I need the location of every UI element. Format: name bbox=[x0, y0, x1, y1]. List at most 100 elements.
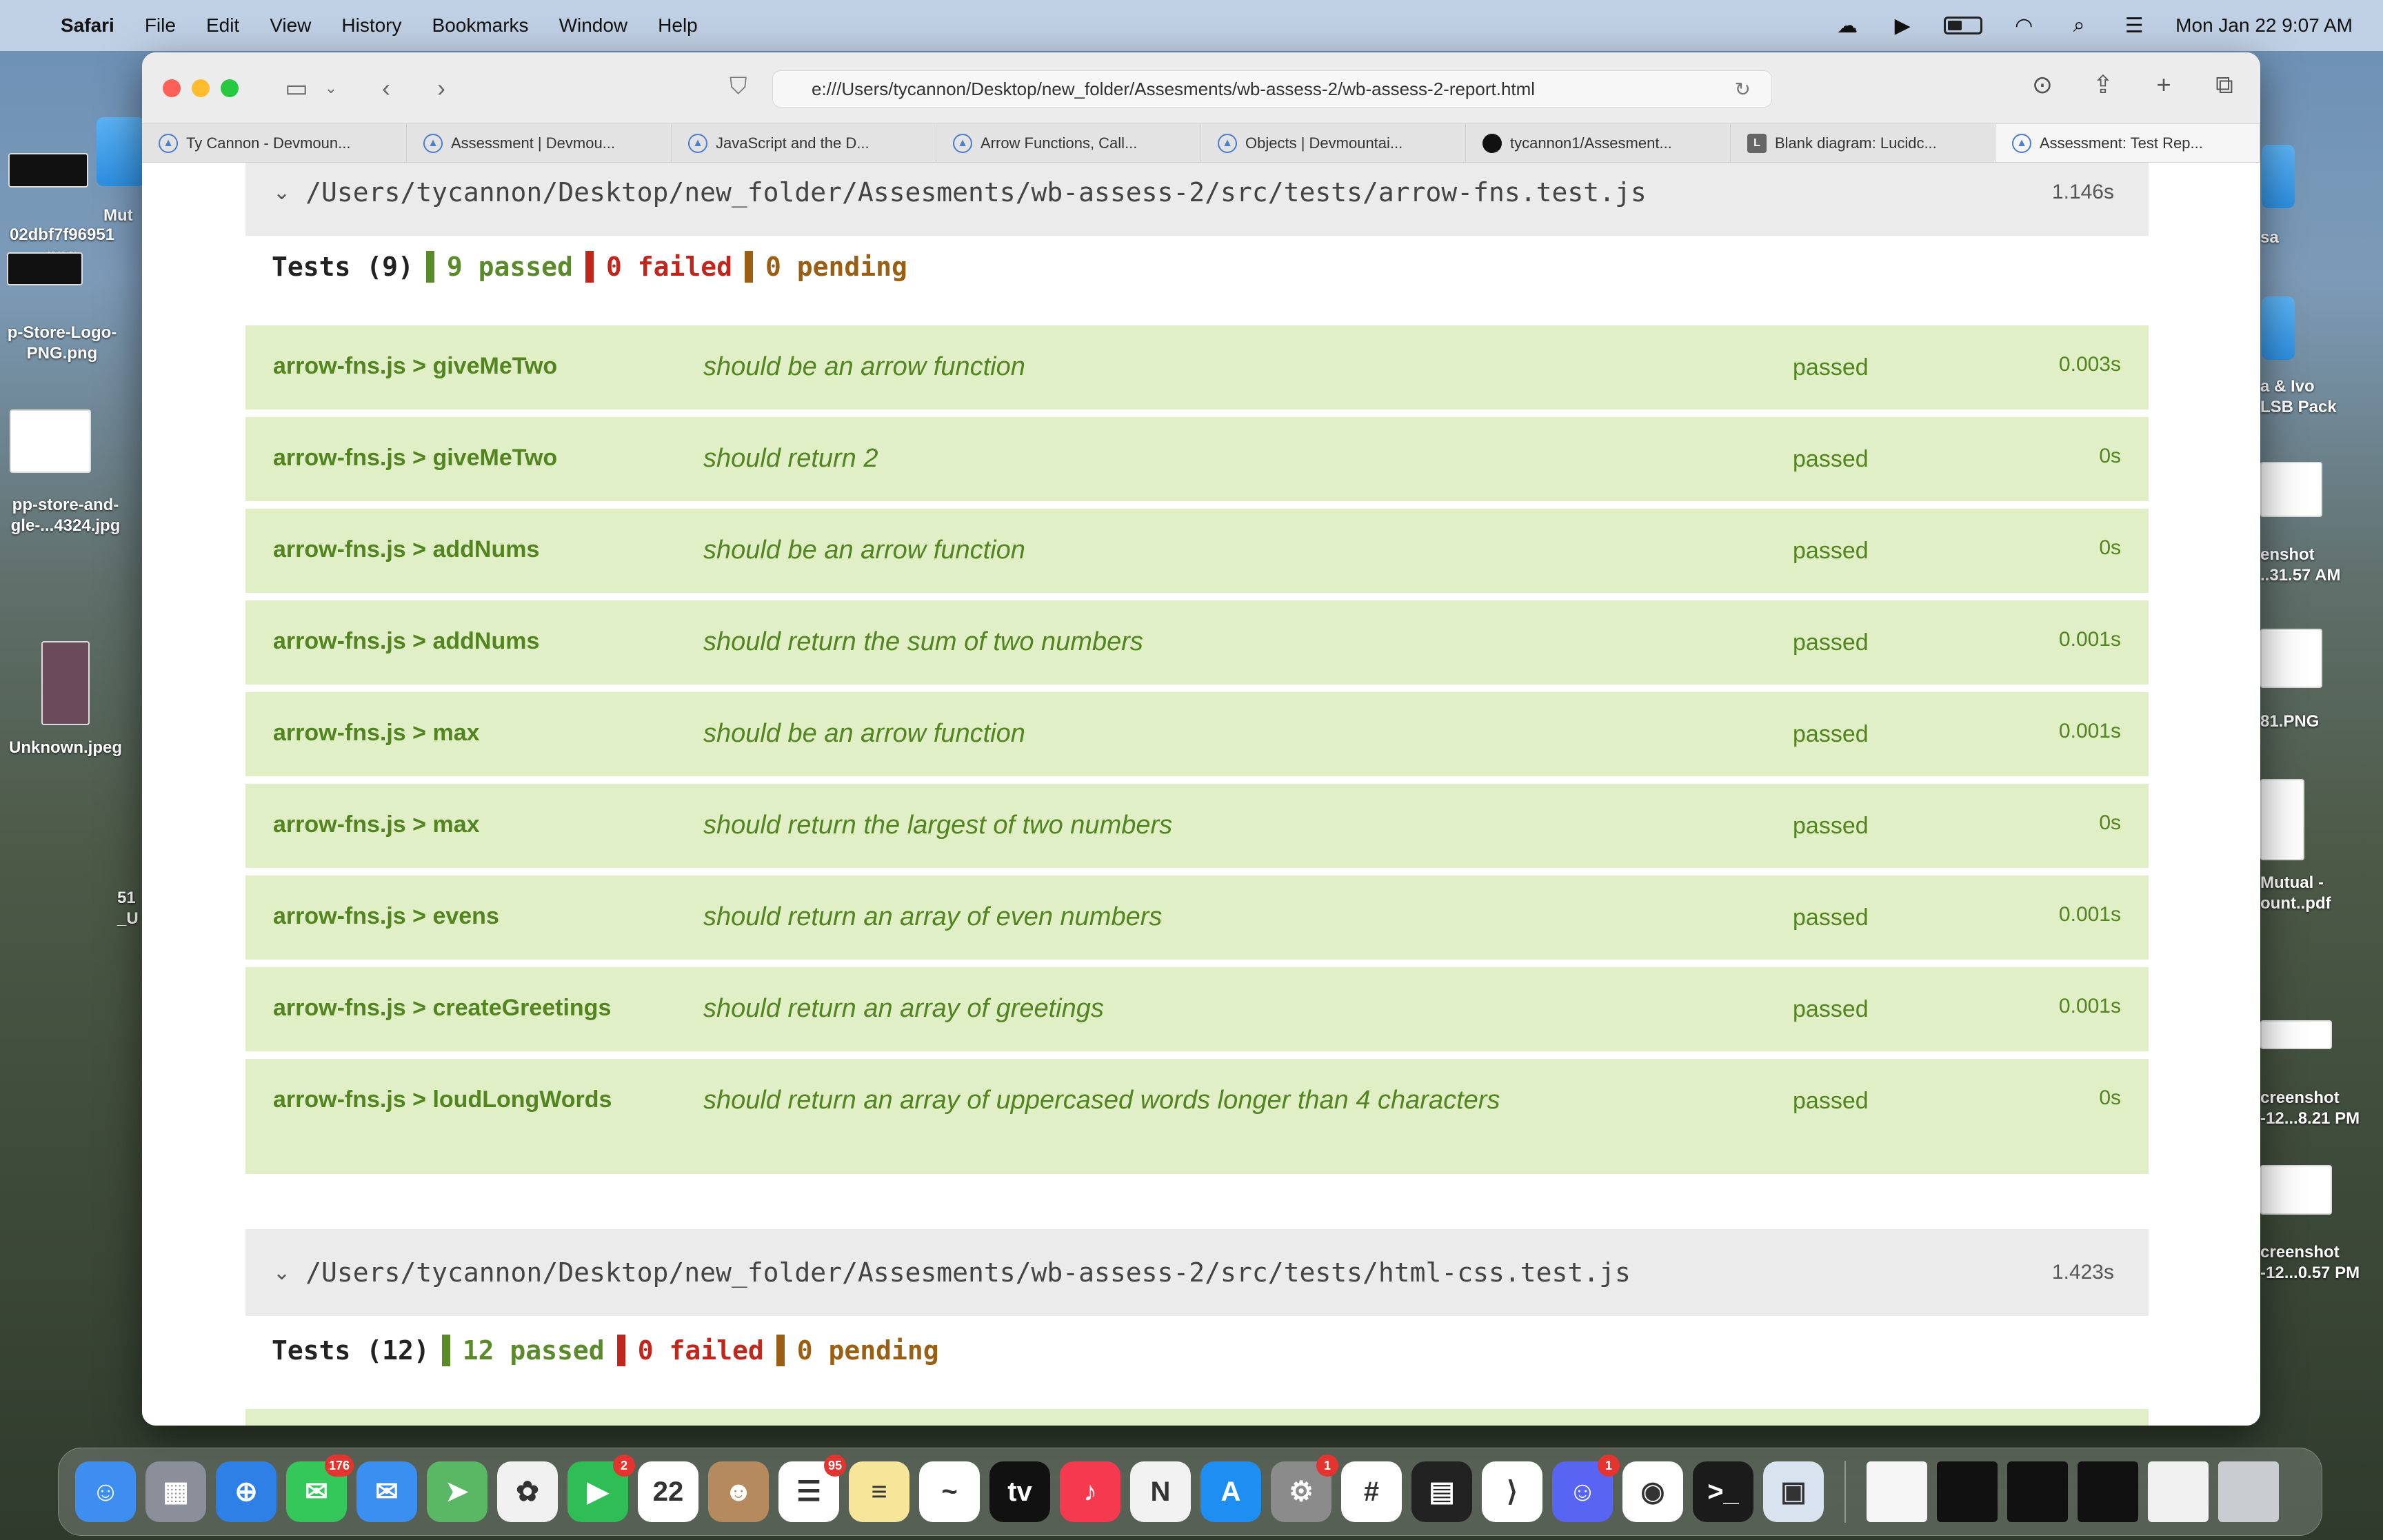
tab-ty-cannon[interactable]: ▲ Ty Cannon - Devmoun... bbox=[142, 124, 407, 162]
test-description: should return the sum of two numbers bbox=[703, 627, 1143, 656]
terminal-icon[interactable]: >_ bbox=[1693, 1461, 1753, 1522]
chrome-icon[interactable]: ◉ bbox=[1622, 1461, 1683, 1522]
tab-assessment-devmountain[interactable]: ▲ Assessment | Devmou... bbox=[407, 124, 672, 162]
slack-icon[interactable]: # bbox=[1341, 1461, 1402, 1522]
trash-icon[interactable] bbox=[2218, 1461, 2279, 1522]
zoom-window-button[interactable] bbox=[221, 79, 239, 97]
desktop-folder-icon-right-2[interactable] bbox=[2262, 296, 2295, 360]
music-icon[interactable]: ♪ bbox=[1060, 1461, 1120, 1522]
tab-title: Assessment: Test Rep... bbox=[2040, 134, 2203, 152]
store-badges-thumbnail[interactable] bbox=[10, 409, 91, 473]
menu-app-safari[interactable]: Safari bbox=[61, 14, 114, 37]
tab-lucidchart[interactable]: L Blank diagram: Lucidc... bbox=[1731, 124, 1995, 162]
test-status: passed bbox=[1793, 813, 1869, 839]
tab-github-repo[interactable]: tycannon1/Assesment... bbox=[1466, 124, 1731, 162]
freeform-icon[interactable]: ~ bbox=[919, 1461, 980, 1522]
recent-doc-icon[interactable] bbox=[1867, 1461, 1927, 1522]
pending-count: 0 pending bbox=[796, 1335, 939, 1366]
recent-terminal-1-icon[interactable] bbox=[1937, 1461, 1998, 1522]
share-icon[interactable]: ⇪ bbox=[2088, 70, 2118, 100]
unknown-jpeg-thumbnail[interactable] bbox=[41, 641, 90, 725]
menubar-clock[interactable]: Mon Jan 22 9:07 AM bbox=[2175, 14, 2353, 37]
spotlight-search-icon[interactable]: ⌕ bbox=[2065, 14, 2093, 37]
screenshot-thumbnail-3[interactable] bbox=[2260, 1165, 2332, 1215]
menu-history[interactable]: History bbox=[341, 14, 401, 37]
tab-objects-devmountain[interactable]: ▲ Objects | Devmountai... bbox=[1201, 124, 1466, 162]
desktop-folder-icon-right-1[interactable] bbox=[2262, 145, 2295, 208]
downloads-icon[interactable]: ⊙ bbox=[2027, 70, 2058, 100]
suite-header-arrow-fns[interactable]: ⌄ /Users/tycannon/Desktop/new_folder/Ass… bbox=[245, 163, 2149, 236]
final-cut-icon[interactable]: ▤ bbox=[1411, 1461, 1472, 1522]
menu-edit[interactable]: Edit bbox=[206, 14, 239, 37]
recent-terminal-2-icon[interactable] bbox=[2007, 1461, 2068, 1522]
app-store-badge-thumbnail[interactable] bbox=[7, 252, 83, 285]
back-icon[interactable]: ‹ bbox=[372, 74, 400, 103]
vscode-icon[interactable]: ⟩ bbox=[1482, 1461, 1542, 1522]
tab-overview-icon[interactable]: ⧉ bbox=[2209, 70, 2240, 100]
chevron-down-icon[interactable]: ⌄ bbox=[273, 181, 290, 205]
finder-icon[interactable]: ☺ bbox=[75, 1461, 136, 1522]
chevron-down-icon[interactable]: ⌄ bbox=[317, 79, 345, 97]
test-row: arrow-fns.js > addNums should return the… bbox=[245, 600, 2149, 685]
photos-icon[interactable]: ✿ bbox=[497, 1461, 558, 1522]
contacts-icon[interactable]: ☻ bbox=[708, 1461, 769, 1522]
menu-bookmarks[interactable]: Bookmarks bbox=[432, 14, 529, 37]
lucidchart-icon: L bbox=[1747, 133, 1767, 153]
control-center-icon[interactable]: ☰ bbox=[2120, 14, 2148, 37]
privacy-shield-icon[interactable]: ⛉ bbox=[730, 73, 747, 100]
discord-icon[interactable]: ☺ 1 bbox=[1552, 1455, 1620, 1522]
desktop-right-label-3: enshot ..31.57 AM bbox=[2260, 545, 2341, 585]
tab-bar: ▲ Ty Cannon - Devmoun... ▲ Assessment | De… bbox=[142, 124, 2260, 163]
failed-count: 0 failed bbox=[605, 252, 732, 282]
mail-icon[interactable]: ✉ bbox=[356, 1461, 417, 1522]
battery-icon[interactable] bbox=[1944, 17, 1983, 34]
menu-help[interactable]: Help bbox=[658, 14, 698, 37]
test-status: passed bbox=[1793, 904, 1869, 931]
tests-count: Tests (12) bbox=[272, 1335, 430, 1366]
pending-count: 0 pending bbox=[765, 252, 907, 282]
minimize-window-button[interactable] bbox=[192, 79, 210, 97]
test-row: arrow-fns.js > giveMeTwo should return 2… bbox=[245, 417, 2149, 501]
apple-tv-icon[interactable]: tv bbox=[989, 1461, 1050, 1522]
calendar-icon[interactable]: 22 bbox=[638, 1461, 698, 1522]
png-thumbnail[interactable] bbox=[2260, 629, 2322, 688]
recent-chrome-window-icon[interactable] bbox=[2148, 1461, 2209, 1522]
system-settings-icon[interactable]: ⚙ 1 bbox=[1271, 1455, 1338, 1522]
pdf-thumbnail[interactable] bbox=[2260, 779, 2304, 860]
preview-icon[interactable]: ▣ bbox=[1763, 1461, 1824, 1522]
menu-window[interactable]: Window bbox=[559, 14, 628, 37]
recent-terminal-3-icon[interactable] bbox=[2078, 1461, 2138, 1522]
suite-header-html-css[interactable]: ⌄ /Users/tycannon/Desktop/new_folder/Ass… bbox=[245, 1229, 2149, 1316]
tab-test-report[interactable]: ▲ Assessment: Test Rep... bbox=[1995, 124, 2260, 162]
sidebar-toggle-icon[interactable]: ▭ bbox=[283, 74, 310, 103]
app-store-icon[interactable]: A bbox=[1200, 1461, 1261, 1522]
google-play-badge-thumbnail[interactable] bbox=[8, 153, 88, 188]
screenshot-thumbnail-2[interactable] bbox=[2260, 1020, 2332, 1049]
notes-icon[interactable]: ≡ bbox=[849, 1461, 909, 1522]
maps-icon[interactable]: ➤ bbox=[427, 1461, 487, 1522]
close-window-button[interactable] bbox=[163, 79, 181, 97]
desktop-folder-icon[interactable] bbox=[97, 117, 145, 186]
dock-separator bbox=[1844, 1461, 1846, 1523]
menu-view[interactable]: View bbox=[270, 14, 311, 37]
reminders-icon[interactable]: ☰ 95 bbox=[778, 1455, 846, 1522]
menu-file[interactable]: File bbox=[145, 14, 176, 37]
reload-icon[interactable]: ↻ bbox=[1735, 78, 1751, 101]
messages-icon[interactable]: ✉ 176 bbox=[286, 1455, 354, 1522]
tab-javascript-and-the-dom[interactable]: ▲ JavaScript and the D... bbox=[672, 124, 936, 162]
safari-icon[interactable]: ⊕ bbox=[216, 1461, 276, 1522]
now-playing-icon[interactable]: ▶ bbox=[1889, 14, 1916, 37]
address-bar[interactable]: e:///Users/tycannon/Desktop/new_folder/A… bbox=[772, 70, 1772, 108]
tab-title: Blank diagram: Lucidc... bbox=[1775, 134, 1937, 152]
launchpad-icon[interactable]: ▦ bbox=[145, 1461, 206, 1522]
wifi-icon[interactable]: ◠ bbox=[2010, 14, 2038, 37]
chevron-down-icon[interactable]: ⌄ bbox=[273, 1261, 290, 1285]
new-tab-icon[interactable]: + bbox=[2149, 70, 2179, 100]
tab-arrow-functions[interactable]: ▲ Arrow Functions, Call... bbox=[936, 124, 1201, 162]
screenshot-thumbnail-1[interactable] bbox=[2260, 462, 2322, 517]
test-description: should return an array of greetings bbox=[703, 994, 1104, 1023]
forward-icon[interactable]: › bbox=[428, 74, 455, 103]
creative-cloud-icon[interactable]: ☁ bbox=[1833, 14, 1861, 37]
news-icon[interactable]: N bbox=[1130, 1461, 1191, 1522]
facetime-icon[interactable]: ▶ 2 bbox=[567, 1455, 635, 1522]
